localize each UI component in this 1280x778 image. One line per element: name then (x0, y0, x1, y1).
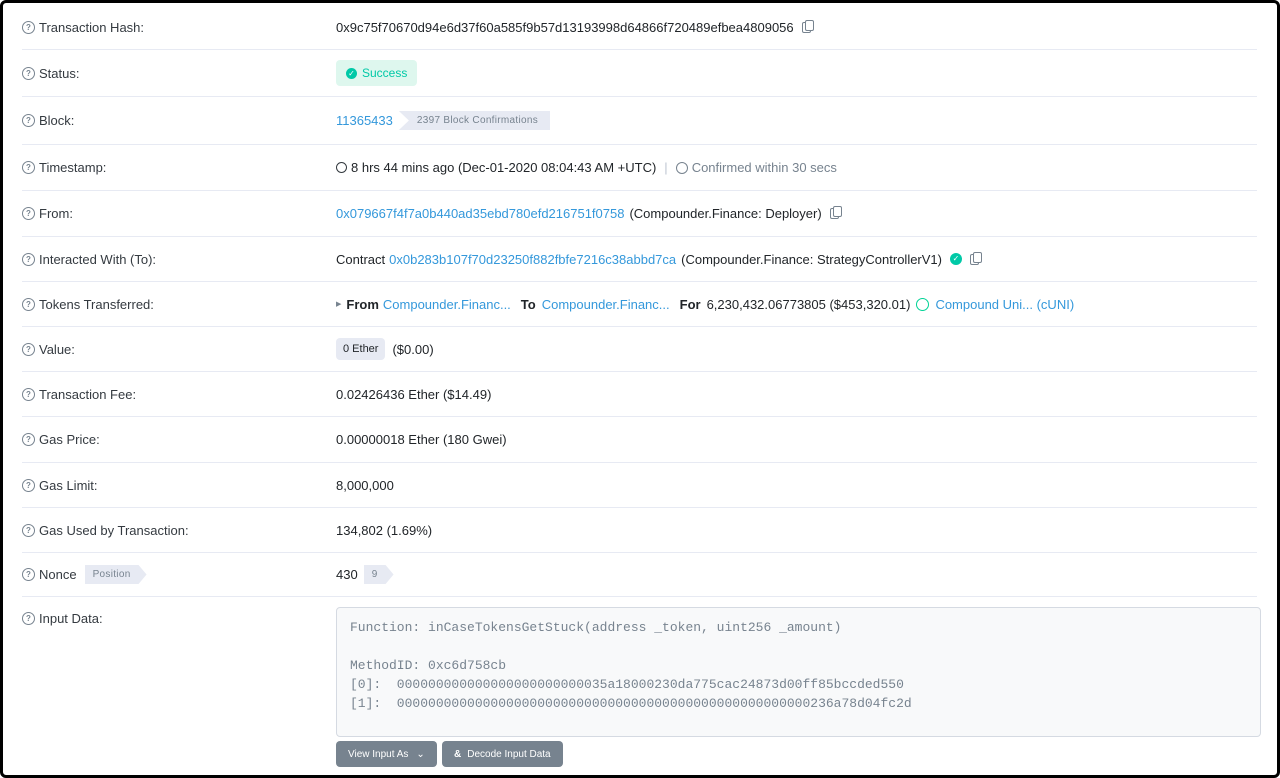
value-nonce: 430 9 (336, 565, 394, 584)
row-timestamp: ? Timestamp: 8 hrs 44 mins ago (Dec-01-2… (22, 145, 1257, 191)
block-number-link[interactable]: 11365433 (336, 113, 393, 128)
label-transaction-hash: ? Transaction Hash: (22, 20, 322, 35)
copy-icon[interactable] (970, 251, 982, 265)
confirmed-within-text: Confirmed within 30 secs (691, 160, 837, 175)
copy-icon[interactable] (801, 19, 814, 33)
view-input-as-button[interactable]: View Input As ⌄ (336, 741, 437, 767)
row-from: ? From: 0x079667f4f7a0b440ad35ebd780efd2… (22, 191, 1257, 237)
contract-prefix: Contract (336, 251, 386, 267)
row-block: ? Block: 11365433 2397 Block Confirmatio… (22, 97, 1257, 145)
help-icon[interactable]: ? (22, 161, 35, 174)
value-gas-limit: 8,000,000 (336, 477, 394, 493)
label-gas-limit: ? Gas Limit: (22, 478, 322, 493)
label-nonce: ? Nonce Position (22, 565, 322, 584)
from-address-link[interactable]: 0x079667f4f7a0b440ad35ebd780efd216751f07… (336, 206, 624, 221)
check-circle-icon: ✓ (346, 67, 357, 79)
row-gas-price: ? Gas Price: 0.00000018 Ether (180 Gwei) (22, 417, 1257, 463)
label-transaction-fee: ? Transaction Fee: (22, 387, 322, 402)
help-icon[interactable]: ? (22, 252, 35, 266)
value-tokens-transferred: ▶ From Compounder.Financ... To Compounde… (336, 297, 1074, 312)
label-from: ? From: (22, 206, 322, 221)
status-badge: ✓ Success (336, 60, 418, 86)
nonce-value: 430 (336, 567, 358, 582)
help-icon[interactable]: ? (22, 568, 35, 581)
value-gas-price: 0.00000018 Ether (180 Gwei) (336, 432, 507, 447)
help-icon[interactable]: ? (22, 433, 35, 446)
decode-icon: & (454, 748, 462, 760)
label-input-data: ? Input Data: (22, 611, 322, 626)
label-tokens-transferred: ? Tokens Transferred: (22, 297, 322, 312)
ether-value-pill: 0 Ether (336, 338, 386, 360)
token-name-link[interactable]: Compound Uni... (cUNI) (935, 297, 1074, 312)
transaction-details-panel: ? Transaction Hash: 0x9c75f70670d94e6d37… (0, 0, 1280, 778)
block-confirmations-badge: 2397 Block Confirmations (398, 111, 551, 130)
row-gas-limit: ? Gas Limit: 8,000,000 (22, 463, 1257, 508)
help-icon[interactable]: ? (22, 114, 35, 127)
caret-right-icon[interactable]: ▶ (336, 300, 341, 308)
label-value: ? Value: (22, 342, 322, 357)
to-keyword: To (520, 296, 536, 312)
chevron-down-icon: ⌄ (416, 748, 425, 760)
for-keyword: For (679, 296, 701, 312)
row-status: ? Status: ✓ Success (22, 50, 1257, 97)
from-name-tag: (Compounder.Finance: Deployer) (629, 206, 822, 221)
value-block: 11365433 2397 Block Confirmations (336, 111, 551, 130)
transaction-hash-text: 0x9c75f70670d94e6d37f60a585f9b57d1319399… (336, 19, 794, 35)
token-to-link[interactable]: Compounder.Financ... (542, 297, 670, 312)
row-transaction-hash: ? Transaction Hash: 0x9c75f70670d94e6d37… (22, 5, 1257, 50)
help-icon[interactable]: ? (22, 207, 35, 220)
separator: | (664, 160, 668, 175)
clock-icon (336, 162, 347, 173)
value-from: 0x079667f4f7a0b440ad35ebd780efd216751f07… (336, 206, 842, 221)
value-transaction-hash: 0x9c75f70670d94e6d37f60a585f9b57d1319399… (336, 19, 814, 35)
help-icon[interactable]: ? (22, 387, 35, 401)
stopwatch-icon (675, 161, 688, 174)
label-interacted-with: ? Interacted With (To): (22, 252, 322, 267)
help-icon[interactable]: ? (22, 478, 35, 492)
position-value-badge: 9 (364, 565, 394, 584)
help-icon[interactable]: ? (22, 66, 35, 80)
value-timestamp: 8 hrs 44 mins ago (Dec-01-2020 08:04:43 … (336, 160, 837, 175)
value-gas-used: 134,802 (1.69%) (336, 522, 433, 538)
decode-input-data-button[interactable]: & Decode Input Data (442, 741, 563, 767)
value-transaction-fee: 0.02426436 Ether ($14.49) (336, 386, 492, 402)
value-interacted-with: Contract 0x0b283b107f70d23250f882fbfe721… (336, 251, 982, 267)
label-status: ? Status: (22, 66, 322, 81)
row-nonce: ? Nonce Position 430 9 (22, 553, 1257, 597)
help-icon[interactable]: ? (22, 20, 35, 34)
help-icon[interactable]: ? (22, 612, 35, 625)
from-keyword: From (346, 296, 379, 312)
label-gas-price: ? Gas Price: (22, 432, 322, 447)
input-data-textarea[interactable]: Function: inCaseTokensGetStuck(address _… (336, 607, 1261, 737)
row-interacted-with: ? Interacted With (To): Contract 0x0b283… (22, 237, 1257, 282)
contract-address-link[interactable]: 0x0b283b107f70d23250f882fbfe7216c38abbd7… (389, 252, 676, 267)
compound-token-icon (916, 297, 930, 311)
label-block: ? Block: (22, 113, 322, 128)
help-icon[interactable]: ? (22, 523, 35, 537)
row-value: ? Value: 0 Ether ($0.00) (22, 327, 1257, 372)
row-input-data: ? Input Data: Function: inCaseTokensGetS… (22, 607, 1261, 777)
position-label-badge: Position (85, 565, 147, 584)
contract-name-tag: (Compounder.Finance: StrategyControllerV… (681, 251, 942, 267)
token-amount: 6,230,432.06773805 ($453,320.01) (706, 296, 911, 312)
row-tokens-transferred: ? Tokens Transferred: ▶ From Compounder.… (22, 282, 1257, 327)
value-status: ✓ Success (336, 60, 418, 86)
usd-value: ($0.00) (392, 341, 434, 357)
label-timestamp: ? Timestamp: (22, 160, 322, 175)
token-from-link[interactable]: Compounder.Financ... (383, 297, 511, 312)
value-value: 0 Ether ($0.00) (336, 338, 434, 360)
help-icon[interactable]: ? (22, 297, 35, 311)
help-icon[interactable]: ? (22, 342, 35, 356)
row-gas-used: ? Gas Used by Transaction: 134,802 (1.69… (22, 508, 1257, 553)
verified-check-icon: ✓ (950, 253, 962, 265)
row-transaction-fee: ? Transaction Fee: 0.02426436 Ether ($14… (22, 372, 1257, 417)
copy-icon[interactable] (829, 206, 842, 219)
label-gas-used: ? Gas Used by Transaction: (22, 523, 322, 538)
